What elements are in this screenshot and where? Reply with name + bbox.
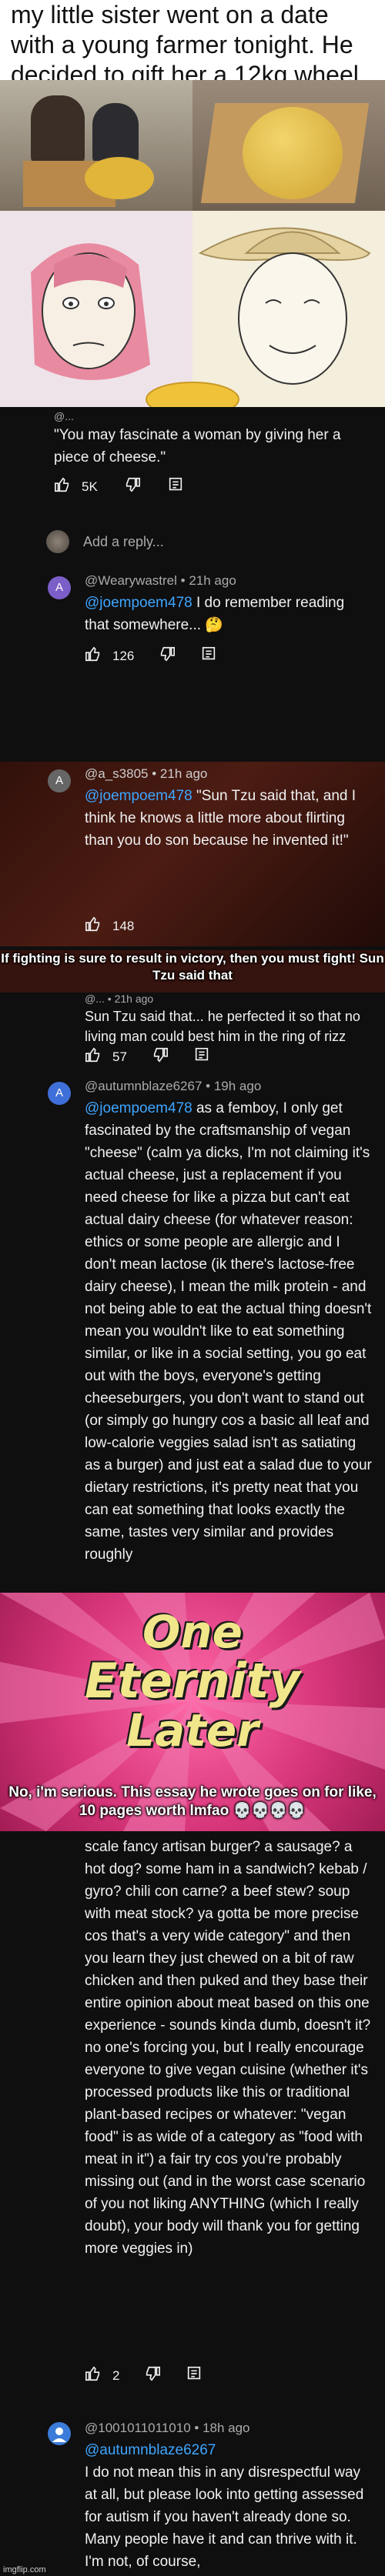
comment-age: 18h ago bbox=[203, 2421, 250, 2435]
pink-hair-woman bbox=[31, 243, 150, 380]
dislike-icon[interactable] bbox=[159, 646, 176, 666]
mention-link[interactable]: @joempoem478 bbox=[85, 1100, 192, 1116]
comment-text: "You may fascinate a woman by giving her… bbox=[54, 427, 341, 465]
like-count: 5K bbox=[82, 479, 98, 494]
comment-rizz: @... • 21h ago Sun Tzu said that... he p… bbox=[0, 993, 385, 1066]
card-line-two: Eternity bbox=[84, 1653, 301, 1709]
comment-author[interactable]: @a_s3805 bbox=[85, 766, 149, 781]
wojak-meme-panel bbox=[0, 211, 385, 407]
reply-icon[interactable] bbox=[200, 646, 217, 666]
avatar[interactable]: A bbox=[48, 1082, 71, 1105]
left-photo bbox=[0, 80, 192, 211]
reply-icon[interactable] bbox=[167, 476, 184, 497]
reply-icon[interactable] bbox=[193, 1046, 210, 1067]
comment-autumnblaze: A @autumnblaze6267 • 19h ago @joempoem47… bbox=[0, 1077, 385, 1593]
tf2-overlay-caption: If fighting is sure to result in victory… bbox=[0, 950, 385, 993]
card-line-one: One bbox=[142, 1606, 243, 1658]
comment-text: Sun Tzu said that... he perfected it so … bbox=[85, 1009, 360, 1044]
mention-link[interactable]: @autumnblaze6267 bbox=[85, 2439, 373, 2461]
comment-binary: @1001011011010 • 18h ago @autumnblaze626… bbox=[0, 2416, 385, 2576]
essay-overlay-caption: No, i'm serious. This essay he wrote goe… bbox=[8, 1784, 377, 1819]
comment-age: 21h ago bbox=[114, 993, 154, 1005]
like-icon[interactable] bbox=[85, 916, 102, 936]
comment-author[interactable]: @autumnblaze6267 bbox=[85, 1079, 202, 1093]
like-count: 57 bbox=[112, 1049, 127, 1064]
like-count: 2 bbox=[112, 2367, 120, 2383]
dislike-icon[interactable] bbox=[152, 1046, 169, 1067]
comment-sun-tzu: A @a_s3805 • 21h ago @joempoem478 "Sun T… bbox=[0, 762, 385, 946]
meme-caption: my little sister went on a date with a y… bbox=[0, 0, 385, 118]
comment-author[interactable]: @1001011011010 bbox=[85, 2421, 191, 2435]
like-icon[interactable] bbox=[54, 476, 71, 497]
comment-wearywastrel: A @Wearywastrel • 21h ago @joempoem478 I… bbox=[0, 569, 385, 676]
like-count: 126 bbox=[112, 648, 135, 663]
avatar[interactable]: A bbox=[48, 769, 71, 792]
date-photos bbox=[0, 80, 385, 211]
comment-author[interactable]: @Wearywastrel bbox=[85, 573, 177, 588]
comment-age: 19h ago bbox=[213, 1079, 262, 1093]
comment-autumnblaze-continued: scale fancy artisan burger? a sausage? a… bbox=[0, 1831, 385, 2416]
cheese-wheel-large bbox=[243, 107, 343, 199]
comment-age: 21h ago bbox=[159, 766, 208, 781]
dislike-icon[interactable] bbox=[144, 2365, 161, 2386]
card-line-three: Later bbox=[126, 1704, 259, 1757]
comment-author[interactable]: @... bbox=[54, 410, 74, 422]
avatar[interactable]: A bbox=[48, 576, 71, 599]
user-avatar bbox=[46, 530, 69, 553]
one-eternity-later-card: One Eternity Later No, i'm serious. This… bbox=[0, 1593, 385, 1831]
comment-text-continued: scale fancy artisan burger? a sausage? a… bbox=[85, 1839, 371, 2257]
comment-author[interactable]: @... bbox=[85, 993, 105, 1005]
like-icon[interactable] bbox=[85, 646, 102, 666]
reply-icon[interactable] bbox=[186, 2365, 203, 2386]
cheese-wheel-small bbox=[85, 157, 154, 199]
card-title: One Eternity Later bbox=[0, 1608, 385, 1754]
like-icon[interactable] bbox=[85, 2365, 102, 2386]
add-reply-input[interactable]: Add a reply... bbox=[83, 534, 164, 550]
dislike-icon[interactable] bbox=[124, 476, 141, 497]
comment-text: I do not mean this in any disrespectful … bbox=[85, 2464, 364, 2570]
wojak-drawing bbox=[0, 211, 385, 407]
comment-text: as a femboy, I only get fascinated by th… bbox=[85, 1100, 372, 1563]
mention-link[interactable]: @joempoem478 bbox=[85, 788, 192, 804]
watermark: imgflip.com bbox=[3, 2565, 46, 2574]
avatar-icon[interactable] bbox=[48, 2422, 71, 2445]
like-count: 148 bbox=[112, 918, 135, 933]
right-photo bbox=[192, 80, 385, 211]
top-comment: @... "You may fascinate a woman by givin… bbox=[0, 407, 385, 569]
comment-age: 21h ago bbox=[189, 573, 236, 588]
like-icon[interactable] bbox=[85, 1046, 102, 1067]
mention-link[interactable]: @joempoem478 bbox=[85, 595, 192, 611]
